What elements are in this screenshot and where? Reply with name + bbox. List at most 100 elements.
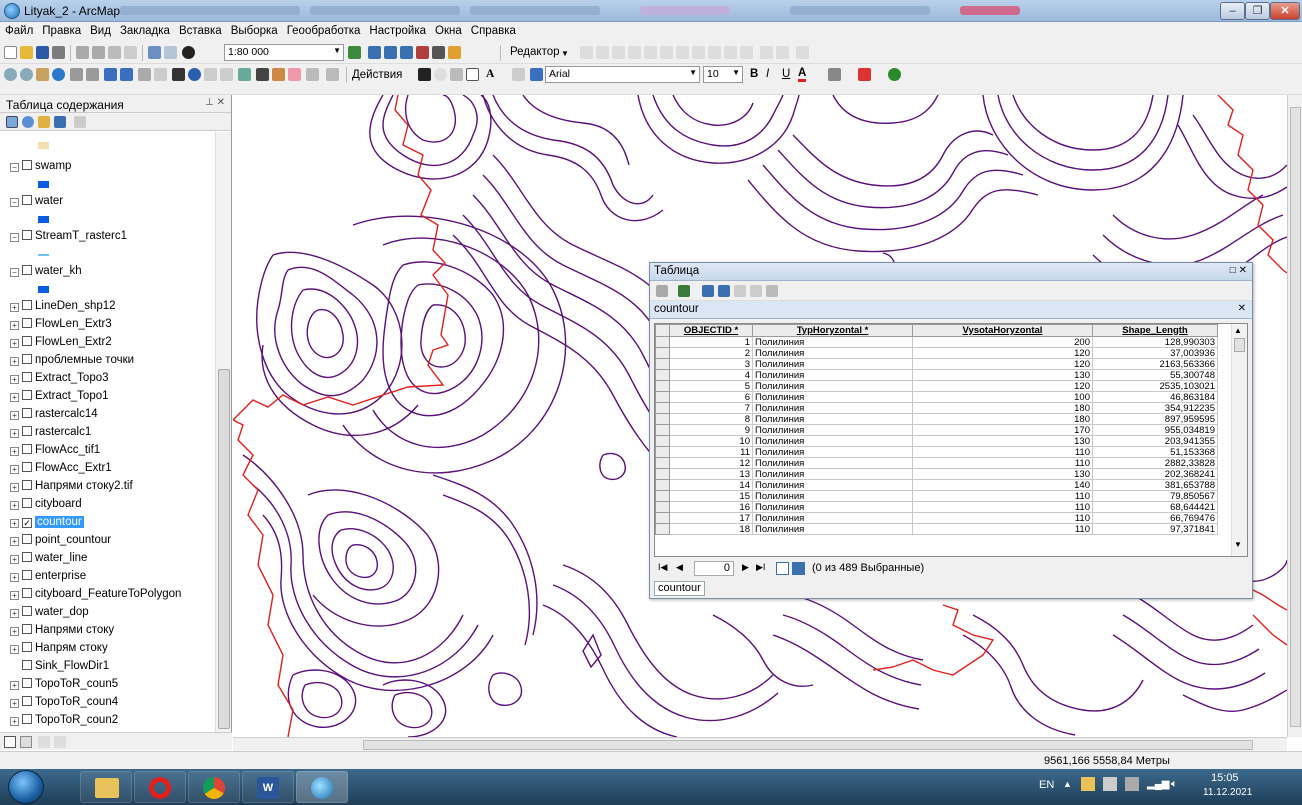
- row-selector[interactable]: [655, 523, 670, 535]
- zoom-out-icon[interactable]: [20, 68, 33, 81]
- table-cell[interactable]: Полилиния: [752, 523, 913, 535]
- layer-visibility-checkbox[interactable]: [22, 426, 32, 436]
- list-by-source-icon[interactable]: [22, 116, 34, 128]
- point-icon[interactable]: [660, 46, 673, 59]
- underline-button[interactable]: U: [782, 68, 790, 80]
- table-cell[interactable]: 120: [912, 347, 1093, 359]
- close-tab-icon[interactable]: ✕: [1238, 303, 1246, 314]
- collapse-icon[interactable]: −: [10, 268, 19, 277]
- layer-visibility-checkbox[interactable]: [22, 462, 32, 472]
- redo-icon[interactable]: [164, 46, 177, 59]
- layer-visibility-checkbox[interactable]: [22, 160, 32, 170]
- go-back-icon[interactable]: [104, 68, 117, 81]
- table-of-contents-icon[interactable]: [368, 46, 381, 59]
- table-row[interactable]: 5 Полилиния 120 2535,103021: [655, 380, 1218, 392]
- table-cell[interactable]: 15: [669, 490, 753, 502]
- menu-view[interactable]: Вид: [85, 22, 115, 37]
- expand-icon[interactable]: +: [10, 645, 19, 654]
- table-cell[interactable]: 2: [669, 347, 753, 359]
- table-cell[interactable]: 51,153368: [1092, 446, 1218, 458]
- table-row[interactable]: 16 Полилиния 110 68,644421: [655, 501, 1218, 513]
- table-cell[interactable]: 46,863184: [1092, 391, 1218, 403]
- table-cell[interactable]: 7: [669, 402, 753, 414]
- split-icon[interactable]: [724, 46, 737, 59]
- toc-layer[interactable]: + FlowLen_Extr2: [10, 336, 112, 353]
- toc-layer[interactable]: + cityboard_FeatureToPolygon: [10, 588, 181, 605]
- toc-layer[interactable]: + point_countour: [10, 534, 111, 551]
- italic-button[interactable]: I: [766, 68, 769, 80]
- table-cell[interactable]: 66,769476: [1092, 512, 1218, 524]
- catalog-icon[interactable]: [384, 46, 397, 59]
- current-record-input[interactable]: 0: [694, 561, 734, 576]
- column-header[interactable]: VysotaHoryzontal: [912, 324, 1093, 337]
- layer-visibility-checkbox[interactable]: [22, 444, 32, 454]
- menu-customize[interactable]: Настройка: [364, 22, 430, 37]
- data-view-icon[interactable]: [4, 736, 16, 748]
- map-vertical-scrollbar[interactable]: [1287, 95, 1302, 737]
- table-cell[interactable]: Полилиния: [752, 380, 913, 392]
- full-extent-icon[interactable]: [52, 68, 65, 81]
- table-cell[interactable]: 120: [912, 380, 1093, 392]
- table-row[interactable]: 9 Полилиния 170 955,034819: [655, 424, 1218, 436]
- expand-icon[interactable]: +: [10, 447, 19, 456]
- toc-layer[interactable]: + ✓ countour: [10, 516, 84, 533]
- layer-visibility-checkbox[interactable]: [22, 624, 32, 634]
- table-cell[interactable]: Полилиния: [752, 347, 913, 359]
- layer-visibility-checkbox[interactable]: [22, 570, 32, 580]
- table-cell[interactable]: 120: [912, 358, 1093, 370]
- table-row[interactable]: 8 Полилиния 180 897,959595: [655, 413, 1218, 425]
- collapse-icon[interactable]: −: [10, 233, 19, 242]
- table-bottom-tab[interactable]: countour: [654, 581, 705, 596]
- table-cell[interactable]: 17: [669, 512, 753, 524]
- menu-help[interactable]: Справка: [466, 22, 520, 37]
- clear-selection-icon[interactable]: [154, 68, 167, 81]
- cut-polygons-icon[interactable]: [708, 46, 721, 59]
- table-row[interactable]: 15 Полилиния 110 79,850567: [655, 490, 1218, 502]
- table-cell[interactable]: 2882,33828: [1092, 457, 1218, 469]
- pause-drawing-icon[interactable]: [54, 736, 66, 748]
- toc-layer[interactable]: + TopoToR_coun2: [10, 714, 118, 731]
- menu-windows[interactable]: Окна: [430, 22, 466, 37]
- table-cell[interactable]: 16: [669, 501, 753, 513]
- print-icon[interactable]: [52, 46, 65, 59]
- toc-layer[interactable]: + LineDen_shp12: [10, 300, 116, 317]
- toc-layer[interactable]: − swamp: [10, 160, 71, 177]
- add-data-icon[interactable]: [182, 46, 195, 59]
- table-cell[interactable]: 12: [669, 457, 753, 469]
- table-row[interactable]: 14 Полилиния 140 381,653788: [655, 479, 1218, 491]
- first-record-icon[interactable]: I◀: [658, 562, 667, 573]
- table-cell[interactable]: 3: [669, 358, 753, 370]
- find-icon[interactable]: [256, 68, 269, 81]
- toc-layer[interactable]: − water_kh: [10, 265, 82, 282]
- font-family-combo[interactable]: Arial ▼: [545, 66, 700, 83]
- row-selector[interactable]: [655, 479, 670, 491]
- row-selector[interactable]: [655, 457, 670, 469]
- find-route-icon[interactable]: [272, 68, 285, 81]
- edit-annotation-icon[interactable]: [596, 46, 609, 59]
- table-cell[interactable]: 955,034819: [1092, 424, 1218, 436]
- expand-icon[interactable]: +: [10, 537, 19, 546]
- table-cell[interactable]: 354,912235: [1092, 402, 1218, 414]
- undo-icon[interactable]: [148, 46, 161, 59]
- show-all-records-icon[interactable]: [776, 562, 789, 575]
- layer-visibility-checkbox[interactable]: [22, 300, 32, 310]
- toc-layer[interactable]: + TopoToR_coun4: [10, 696, 118, 713]
- table-cell[interactable]: 100: [912, 391, 1093, 403]
- table-cell[interactable]: 110: [912, 446, 1093, 458]
- scroll-up-icon[interactable]: ▲: [1234, 326, 1242, 335]
- table-cell[interactable]: 897,959595: [1092, 413, 1218, 425]
- edit-vertices-icon[interactable]: [676, 46, 689, 59]
- layer-visibility-checkbox[interactable]: [22, 606, 32, 616]
- column-header[interactable]: TypHoryzontal *: [752, 324, 913, 337]
- clear-selection-icon[interactable]: [734, 285, 746, 297]
- toc-layer[interactable]: + FlowAcc_Extr1: [10, 462, 112, 479]
- table-options-icon[interactable]: [656, 285, 668, 297]
- toc-layer[interactable]: + rastercalc1: [10, 426, 91, 443]
- table-cell[interactable]: 55,300748: [1092, 369, 1218, 381]
- search-window-icon[interactable]: [400, 46, 413, 59]
- expand-icon[interactable]: +: [10, 375, 19, 384]
- toc-layer[interactable]: + Напрями стоку: [10, 624, 114, 641]
- fixed-zoom-in-icon[interactable]: [70, 68, 83, 81]
- create-viewer-window-icon[interactable]: [326, 68, 339, 81]
- menu-bookmarks[interactable]: Закладка: [115, 22, 174, 37]
